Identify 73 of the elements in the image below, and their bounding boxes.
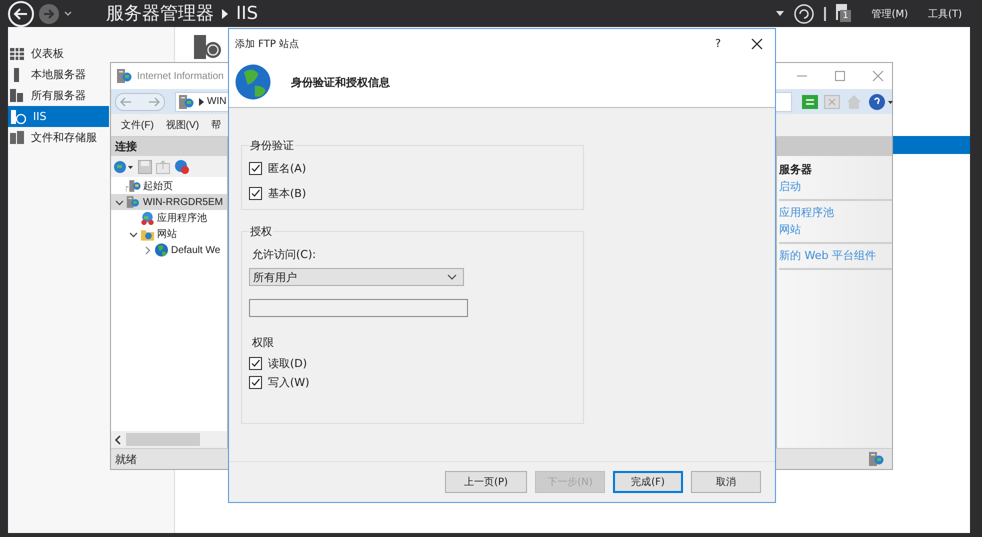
dropdown-caret-icon[interactable] [776, 10, 784, 16]
checkbox[interactable] [249, 357, 262, 370]
sidebar-item[interactable]: 仪表板 [8, 43, 109, 64]
checkbox-label: 写入(W) [268, 375, 310, 390]
refresh-icon[interactable] [794, 4, 814, 24]
field-label: 权限 [252, 335, 275, 350]
servers-icon [10, 89, 24, 102]
window-title: Internet Information [137, 70, 224, 82]
chevron-down-icon [447, 274, 457, 280]
scroll-left-icon[interactable] [114, 434, 122, 444]
sidebar-item[interactable]: 本地服务器 [8, 64, 109, 85]
group-title: 授权 [249, 224, 273, 239]
input-field[interactable] [249, 299, 468, 317]
server-icon [116, 68, 134, 84]
dialog-heading: 身份验证和授权信息 [291, 75, 390, 90]
sidebar-item[interactable]: 所有服务器 [8, 85, 109, 106]
checkbox-label: 读取(D) [268, 356, 308, 371]
tree-item[interactable]: 起始页 [111, 178, 227, 194]
disconnect-icon[interactable] [174, 158, 190, 174]
iis-icon [10, 110, 26, 124]
sidebar-item[interactable]: IIS [8, 106, 109, 127]
notification-badge: 1 [840, 10, 852, 22]
tree-item[interactable]: WIN-RRGDR5EM [111, 194, 227, 210]
checkbox-label: 匿名(A) [268, 161, 306, 176]
start-page-icon [126, 179, 141, 193]
status-text: 就绪 [115, 452, 137, 466]
dropdown-caret-icon[interactable] [64, 10, 72, 16]
tree-item[interactable]: Default We [111, 242, 227, 258]
flag-icon[interactable] [836, 4, 848, 20]
close-icon[interactable] [751, 38, 763, 50]
sidebar-item[interactable]: 文件和存储服 [8, 127, 109, 148]
app-pool-icon [140, 211, 155, 225]
tree-item[interactable]: 网站 [111, 226, 227, 242]
server-icon [193, 33, 223, 61]
help-icon[interactable] [868, 92, 894, 110]
menu-item[interactable]: 视图(V) [160, 118, 206, 132]
globe-icon [154, 243, 169, 257]
dialog-title: 添加 FTP 站点 [235, 38, 300, 50]
group-title: 身份验证 [249, 138, 295, 153]
storage-icon [10, 131, 24, 144]
menu-item[interactable]: 管理(M) [872, 6, 908, 20]
dialog-button[interactable]: 完成(F) [613, 471, 683, 493]
breadcrumb-item[interactable]: IIS [236, 4, 258, 24]
menu-item[interactable]: 工具(T) [928, 6, 962, 20]
app-title: 服务器管理器 [106, 4, 214, 24]
globe-icon [235, 64, 271, 102]
connect-icon[interactable] [114, 160, 134, 174]
divider-icon [824, 6, 826, 20]
expanded-chevron-icon[interactable] [129, 230, 138, 238]
dialog-button[interactable]: 上一页(P) [445, 471, 527, 493]
help-button[interactable]: ? [715, 37, 721, 50]
breadcrumb-item[interactable]: WIN [207, 96, 226, 107]
breadcrumb-arrow-icon [222, 8, 228, 18]
section-heading: 服务器 [779, 162, 813, 177]
checkbox-label: 基本(B) [268, 186, 306, 201]
pane-header: 连接 [111, 137, 227, 156]
server-icon [126, 195, 141, 209]
menu-item[interactable]: 文件(F) [115, 118, 160, 132]
scrollbar-thumb[interactable] [126, 433, 200, 446]
back-icon[interactable] [8, 0, 34, 26]
field-label: 允许访问(C): [252, 247, 317, 262]
expanded-chevron-icon[interactable] [115, 198, 124, 206]
checkbox[interactable] [249, 162, 262, 175]
collapsed-chevron-icon[interactable] [143, 246, 152, 254]
menu-item[interactable]: 帮 [205, 118, 228, 132]
breadcrumb-arrow-icon [199, 98, 204, 106]
dialog-button[interactable]: 取消 [691, 471, 761, 493]
maximize-icon[interactable] [834, 70, 846, 82]
checkbox[interactable] [249, 376, 262, 389]
tree-item[interactable]: 应用程序池 [111, 210, 227, 226]
dropdown[interactable]: 所有用户 [249, 268, 464, 286]
checkbox[interactable] [249, 187, 262, 200]
server-icon [178, 94, 196, 110]
